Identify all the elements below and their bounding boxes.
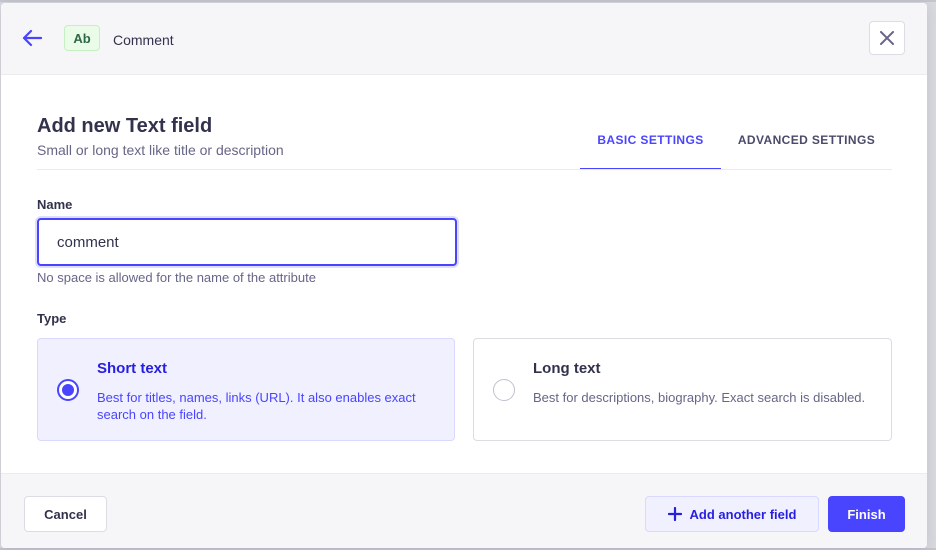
- close-icon: [880, 31, 894, 45]
- arrow-left-icon: [22, 29, 42, 47]
- modal-footer: Cancel Add another field Finish: [1, 473, 927, 548]
- option-description: Best for titles, names, links (URL). It …: [97, 390, 416, 422]
- name-input[interactable]: [37, 218, 457, 266]
- form-title: Add new Text field: [37, 115, 213, 137]
- finish-button[interactable]: Finish: [828, 496, 905, 532]
- tabs-divider: [37, 169, 892, 170]
- add-another-field-label: Add another field: [689, 506, 797, 522]
- name-label: Name: [37, 197, 73, 212]
- type-label: Type: [37, 311, 67, 326]
- back-button[interactable]: [19, 25, 45, 51]
- short-text-option[interactable]: Short text Best for titles, names, links…: [37, 338, 455, 441]
- name-hint: No space is allowed for the name of the …: [37, 270, 316, 285]
- modal-header: Ab Comment: [1, 3, 927, 75]
- tab-advanced-settings[interactable]: ADVANCED SETTINGS: [729, 123, 884, 170]
- cancel-button[interactable]: Cancel: [24, 496, 107, 532]
- backdrop-divider: [0, 0, 936, 2]
- long-text-option[interactable]: Long text Best for descriptions, biograp…: [473, 338, 892, 441]
- form-subtitle: Small or long text like title or descrip…: [37, 142, 284, 158]
- long-text-radio[interactable]: [493, 379, 515, 401]
- short-text-radio[interactable]: [57, 379, 79, 401]
- close-button[interactable]: [869, 21, 905, 55]
- add-another-field-button[interactable]: Add another field: [645, 496, 819, 532]
- field-type-badge: Ab: [64, 25, 100, 51]
- plus-icon: [667, 507, 682, 521]
- option-title: Short text: [97, 360, 168, 377]
- option-title: Long text: [533, 360, 601, 377]
- tab-basic-settings[interactable]: BASIC SETTINGS: [580, 123, 721, 170]
- option-description: Best for descriptions, biography. Exact …: [533, 390, 866, 405]
- add-field-modal: Ab Comment Add new Text field Small or l…: [1, 3, 927, 548]
- field-name-title: Comment: [113, 32, 174, 48]
